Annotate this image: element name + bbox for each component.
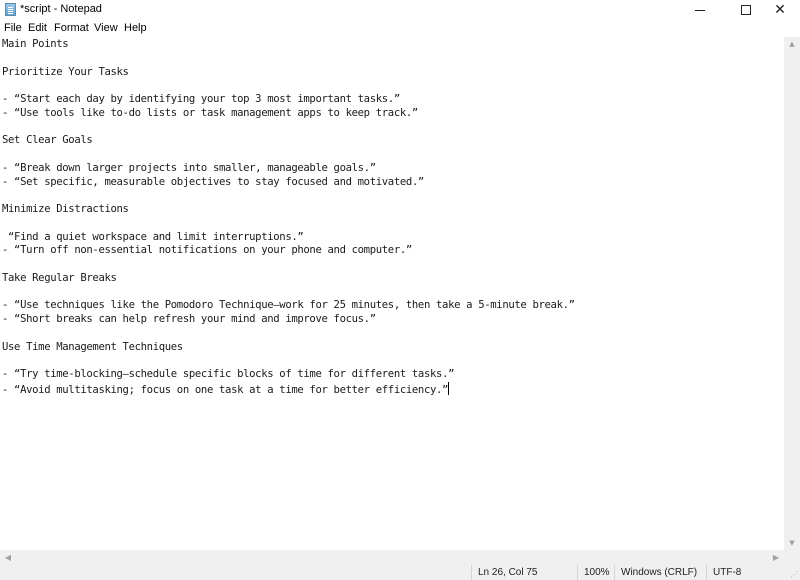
status-bar: Ln 26, Col 75 100% Windows (CRLF) UTF-8 …: [0, 565, 800, 580]
close-button[interactable]: ✕: [760, 0, 800, 20]
scroll-up-icon[interactable]: ▲: [784, 37, 800, 51]
text-line: - “Avoid multitasking; focus on one task…: [2, 381, 450, 396]
encoding: UTF-8: [706, 565, 786, 580]
notepad-icon: [5, 3, 16, 16]
text-line: - “Turn off non-essential notifications …: [2, 244, 412, 257]
text-caret: [448, 381, 450, 395]
menu-help[interactable]: Help: [124, 22, 147, 34]
line-ending: Windows (CRLF): [614, 565, 706, 580]
resize-grip-icon[interactable]: ⋰: [790, 570, 798, 579]
text-line: - “Use tools like to-do lists or task ma…: [2, 106, 418, 119]
text-line: - “Break down larger projects into small…: [2, 161, 376, 174]
menu-bar: File Edit Format View Help: [0, 20, 800, 38]
text-line: Take Regular Breaks: [2, 271, 117, 284]
title-bar: *script - Notepad ✕: [0, 0, 800, 20]
text-line: - “Set specific, measurable objectives t…: [2, 175, 424, 188]
text-line: Use Time Management Techniques: [2, 340, 183, 353]
scroll-down-icon[interactable]: ▼: [784, 536, 800, 550]
scroll-left-icon[interactable]: ◀: [0, 550, 16, 565]
text-line: Main Points: [2, 38, 69, 50]
text-editor[interactable]: Main Points Prioritize Your Tasks - “Start…: [0, 37, 784, 550]
zoom-level: 100%: [577, 565, 614, 580]
cursor-position: Ln 26, Col 75: [471, 565, 574, 580]
text-line: Prioritize Your Tasks: [2, 65, 129, 78]
close-icon: ✕: [774, 2, 786, 18]
text-line: - “Start each day by identifying your to…: [2, 93, 400, 105]
menu-format[interactable]: Format: [54, 22, 89, 34]
vertical-scrollbar[interactable]: ▲ ▼: [784, 37, 800, 550]
menu-view[interactable]: View: [94, 22, 118, 34]
scrollbar-corner: [784, 550, 800, 566]
window-title: *script - Notepad: [20, 3, 102, 15]
scroll-right-icon[interactable]: ▶: [768, 550, 784, 565]
minimize-icon: [695, 9, 705, 11]
text-line: Minimize Distractions: [2, 203, 129, 215]
maximize-icon: [741, 5, 751, 15]
text-line: - “Try time-blocking—schedule specific b…: [2, 368, 455, 380]
minimize-button[interactable]: [677, 0, 723, 20]
text-line: - “Short breaks can help refresh your mi…: [2, 313, 376, 325]
horizontal-scrollbar[interactable]: ◀ ▶: [0, 550, 784, 566]
text-line: Set Clear Goals: [2, 134, 93, 147]
menu-edit[interactable]: Edit: [28, 22, 47, 34]
menu-file[interactable]: File: [4, 22, 22, 34]
text-line: - “Use techniques like the Pomodoro Tech…: [2, 299, 575, 312]
text-line: “Find a quiet workspace and limit interr…: [2, 230, 304, 243]
